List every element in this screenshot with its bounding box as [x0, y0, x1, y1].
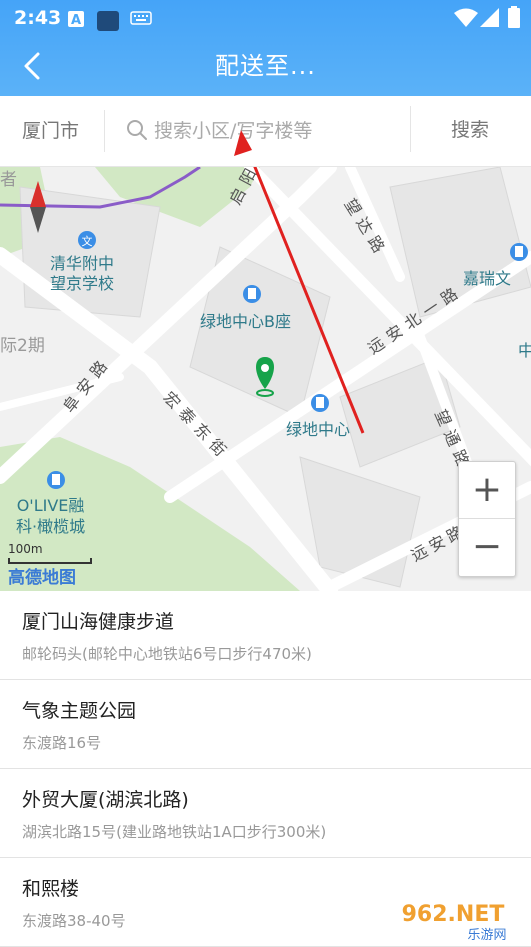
list-item[interactable]: 外贸大厦(湖滨北路) 湖滨北路15号(建业路地铁站1A口步行300米): [0, 769, 531, 858]
battery-icon: [508, 6, 520, 28]
annotation-arrow-head: [234, 130, 252, 156]
zoom-in-button[interactable]: +: [459, 462, 515, 519]
amap-logo: 高德地图: [8, 568, 76, 588]
place-name: 厦门山海健康步道: [22, 611, 175, 633]
app-notification-icon: [97, 11, 119, 31]
keyboard-icon: [130, 11, 152, 25]
place-address: 东渡路16号: [22, 734, 102, 752]
search-button[interactable]: 搜索: [428, 114, 512, 146]
watermark-logo: 962.NET 乐游网: [402, 902, 507, 943]
place-address: 湖滨北路15号(建业路地铁站1A口步行300米): [22, 823, 327, 841]
place-name: 气象主题公园: [22, 700, 137, 722]
map-scale-label: 100m: [8, 542, 43, 556]
search-field[interactable]: [126, 112, 396, 152]
city-selector[interactable]: 厦门市: [22, 116, 79, 143]
title-bar: 配送至...: [0, 36, 531, 96]
app-header: 2:43 A 配送至...: [0, 0, 531, 96]
wifi-icon: [454, 8, 478, 27]
place-name: 外贸大厦(湖滨北路): [22, 789, 189, 811]
page-title: 配送至...: [215, 52, 316, 80]
status-time: 2:43: [14, 7, 62, 29]
signal-icon: [480, 8, 499, 27]
search-input[interactable]: [154, 112, 394, 150]
zoom-out-button[interactable]: −: [459, 519, 515, 575]
divider: [104, 110, 105, 152]
list-item[interactable]: 厦门山海健康步道 邮轮码头(邮轮中心地铁站6号口步行470米): [0, 591, 531, 680]
status-bar: 2:43 A: [0, 0, 531, 36]
search-bar: 厦门市 搜索: [0, 96, 531, 167]
watermark-sub: 乐游网: [467, 928, 506, 943]
a-notification-icon: A: [68, 11, 84, 27]
list-item[interactable]: 气象主题公园 东渡路16号: [0, 680, 531, 769]
svg-text:A: A: [71, 13, 81, 27]
result-list: 厦门山海健康步道 邮轮码头(邮轮中心地铁站6号口步行470米) 气象主题公园 东…: [0, 591, 531, 947]
place-address: 邮轮码头(邮轮中心地铁站6号口步行470米): [22, 645, 312, 663]
place-name: 和熙楼: [22, 878, 80, 900]
zoom-controls: + −: [458, 461, 516, 577]
annotation-arrow: [253, 167, 365, 434]
watermark-text: 962.NET: [402, 902, 505, 927]
map-view[interactable]: 文 清华附中 望京学校 绿地中心B座 绿地中心 嘉瑞文 O'LIVE融 科·橄榄…: [0, 167, 531, 591]
divider: [410, 106, 411, 152]
place-address: 东渡路38-40号: [22, 912, 126, 930]
search-icon: [127, 120, 147, 140]
